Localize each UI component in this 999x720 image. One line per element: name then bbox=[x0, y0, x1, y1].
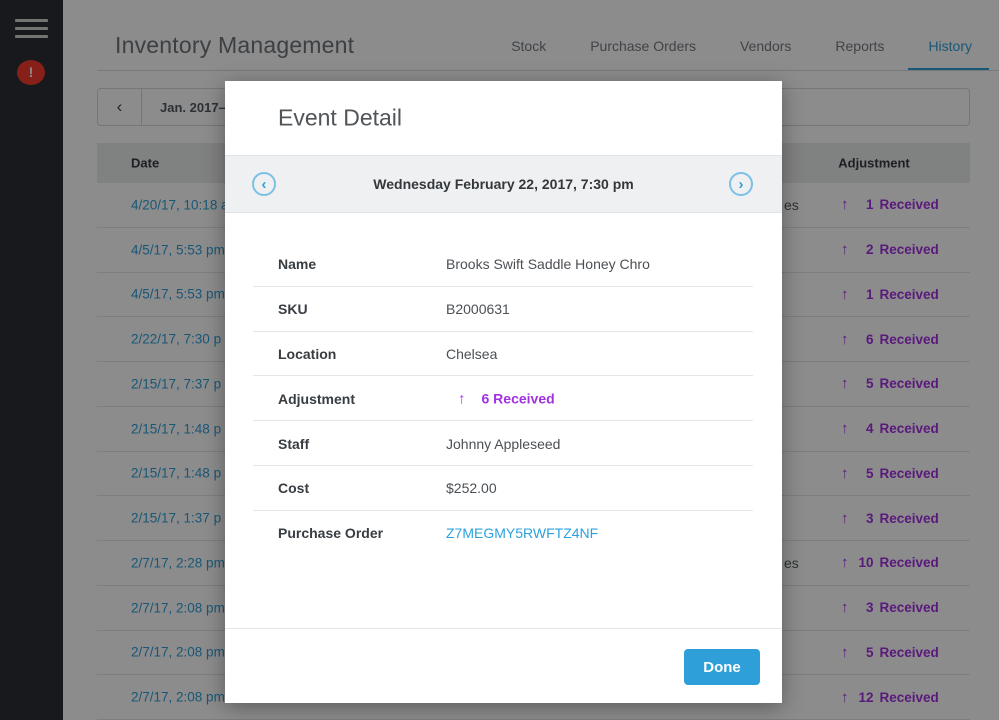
field-label: Staff bbox=[278, 435, 310, 452]
event-detail-modal: Event Detail Wednesday February 22, 2017… bbox=[225, 81, 782, 703]
field-value: $252.00 bbox=[446, 480, 497, 497]
field-value: Chelsea bbox=[446, 345, 498, 362]
field-row: Purchase Order Z7MEGMY5RWFTZ4NF bbox=[225, 511, 782, 556]
field-value: ↑ 6 Received bbox=[458, 390, 555, 408]
field-row: Name Brooks Swift Saddle Honey Chro bbox=[225, 242, 782, 287]
event-fields: Name Brooks Swift Saddle Honey Chro SKU … bbox=[225, 213, 782, 556]
field-label: Cost bbox=[278, 480, 310, 497]
field-label: Adjustment bbox=[278, 390, 355, 407]
arrow-up-icon: ↑ bbox=[458, 390, 466, 408]
screen: ! Inventory Management Stock Purchase Ord… bbox=[0, 0, 999, 720]
field-label: Location bbox=[278, 345, 337, 362]
prev-event-button[interactable]: ‹ bbox=[252, 172, 276, 196]
field-label: Name bbox=[278, 256, 317, 273]
field-row: Cost $252.00 bbox=[225, 466, 782, 511]
field-value: Johnny Appleseed bbox=[446, 435, 561, 452]
field-value: B2000631 bbox=[446, 301, 510, 318]
purchase-order-link[interactable]: Z7MEGMY5RWFTZ4NF bbox=[446, 525, 598, 541]
field-label: SKU bbox=[278, 301, 308, 318]
field-value: Brooks Swift Saddle Honey Chro bbox=[446, 256, 650, 273]
field-row: Adjustment ↑ 6 Received bbox=[225, 376, 782, 422]
event-datetime: Wednesday February 22, 2017, 7:30 pm bbox=[373, 176, 634, 192]
done-button[interactable]: Done bbox=[684, 649, 760, 685]
modal-footer: Done bbox=[225, 628, 782, 703]
field-label: Purchase Order bbox=[278, 525, 384, 542]
event-nav-bar: Wednesday February 22, 2017, 7:30 pm ‹ › bbox=[225, 155, 782, 213]
next-event-button[interactable]: › bbox=[729, 172, 753, 196]
modal-header: Event Detail bbox=[225, 81, 782, 155]
field-row: SKU B2000631 bbox=[225, 287, 782, 332]
field-row: Staff Johnny Appleseed bbox=[225, 421, 782, 466]
field-row: Location Chelsea bbox=[225, 332, 782, 377]
modal-title: Event Detail bbox=[278, 104, 403, 131]
